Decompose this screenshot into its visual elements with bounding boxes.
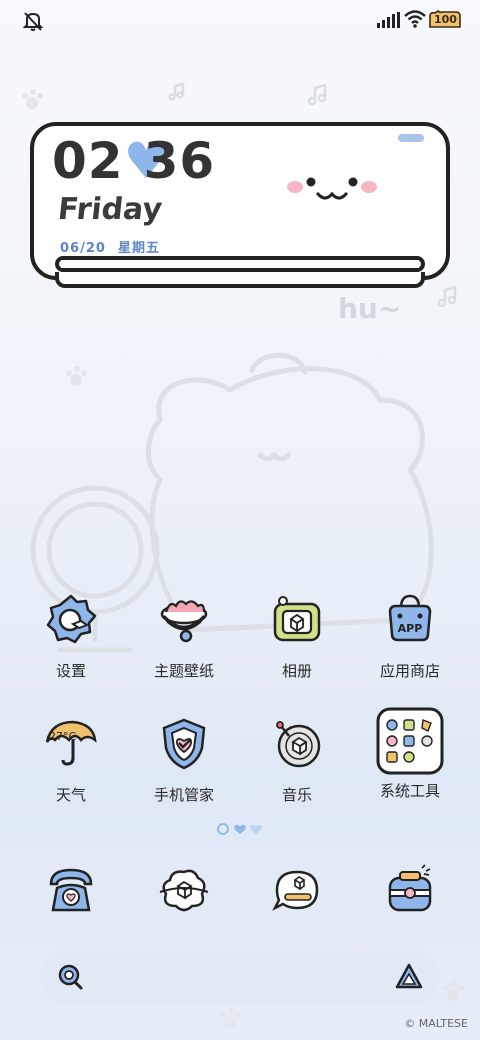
app-gallery[interactable]: 相册 (247, 592, 347, 681)
dock-phone[interactable] (21, 862, 121, 922)
app-label: 系统工具 (379, 782, 440, 800)
app-weather[interactable]: 27°C 天气 (21, 716, 121, 805)
clock-weekday-english: Friday (56, 192, 164, 227)
clock-date-line: 06/20 星期五 (60, 237, 160, 256)
app-label: 手机管家 (153, 786, 214, 804)
decor-text-hu: hu~ (338, 292, 402, 325)
weather-icon: 27°C (45, 720, 97, 766)
theme-icon (160, 600, 208, 643)
folder-system-tools[interactable]: 系统工具 (360, 706, 460, 801)
clock-widget-vent (55, 256, 425, 272)
app-label: 天气 (55, 786, 86, 804)
app-label: 设置 (55, 662, 86, 680)
clock-widget-indicator (398, 134, 424, 142)
music-icon (276, 721, 321, 768)
app-label: 应用商店 (379, 662, 440, 680)
camera-icon (388, 864, 432, 912)
search-bar[interactable] (40, 950, 440, 1004)
app-phone-manager[interactable]: 手机管家 (134, 716, 234, 805)
security-icon (162, 718, 206, 770)
gallery-icon (273, 596, 321, 642)
phone-icon (49, 868, 93, 912)
clock-hours: 02 (52, 132, 124, 190)
app-store-icon: APP (388, 594, 432, 642)
app-music[interactable]: 音乐 (247, 716, 347, 805)
mute-icon (22, 12, 44, 31)
assistant-icon[interactable] (394, 962, 424, 992)
system-tools-folder-icon (376, 707, 444, 775)
page-indicator[interactable] (216, 822, 266, 836)
app-theme-wallpaper[interactable]: 主题壁纸 (134, 592, 234, 681)
clock-weekday-chinese: 星期五 (117, 241, 160, 256)
clock-widget-vent-lower (55, 272, 425, 288)
app-label: 相册 (281, 662, 312, 680)
status-bar: 100 (0, 0, 480, 40)
clock-colon-hearts: ♥ (123, 132, 170, 190)
app-label: 音乐 (281, 786, 312, 804)
clock-minutes: 36 (143, 132, 216, 190)
svg-text:APP: APP (398, 622, 423, 635)
search-icon[interactable] (56, 962, 86, 992)
copyright-watermark: © MALTESE (404, 1017, 468, 1030)
dock-contacts[interactable] (134, 862, 234, 922)
cute-face-icon (287, 177, 377, 200)
app-label: 主题壁纸 (153, 662, 214, 680)
dock-camera[interactable] (360, 862, 460, 922)
messages-icon (272, 870, 319, 911)
app-store[interactable]: APP 应用商店 (360, 592, 460, 681)
wifi-icon (404, 10, 426, 28)
app-settings[interactable]: 设置 (21, 592, 121, 681)
clock-time: 02♥36 (52, 132, 215, 190)
signal-icon (377, 12, 400, 28)
dock-messages[interactable] (247, 862, 347, 922)
settings-icon (46, 594, 97, 644)
battery-level: 100 (434, 13, 457, 26)
weather-temperature: 27°C (49, 730, 76, 743)
clock-date: 06/20 (60, 241, 106, 256)
contacts-icon (159, 869, 209, 912)
